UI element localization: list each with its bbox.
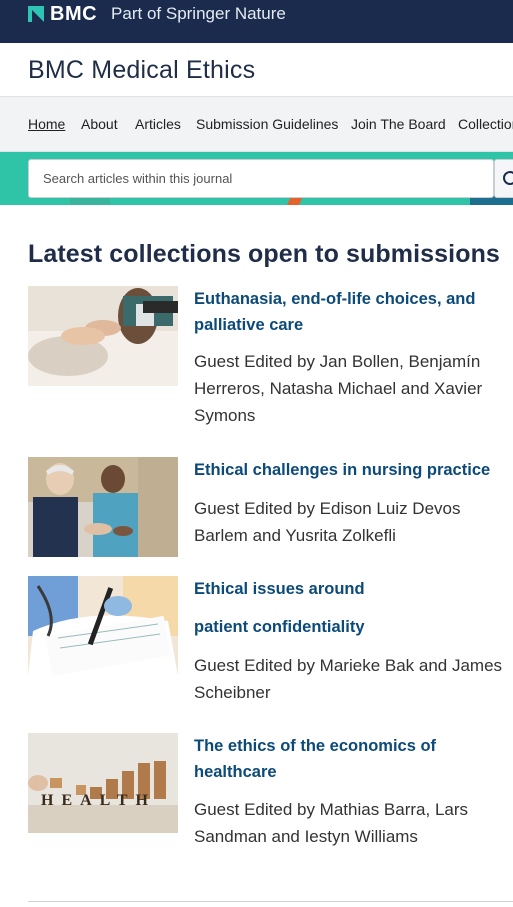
section-title: Latest collections open to submissions [28,240,500,268]
search-banner [0,152,513,205]
collection-thumbnail[interactable] [28,576,178,676]
bmc-logo-icon [28,6,46,22]
collection-item: Ethical challenges in nursing practice G… [28,457,513,557]
collection-item: Euthanasia, end-of-life choices, and pal… [28,286,513,426]
journal-title[interactable]: BMC Medical Ethics [28,56,255,85]
search-input[interactable] [28,159,494,198]
nav-collections[interactable]: Collections [458,116,513,132]
collection-editors: Guest Edited by Jan Bollen, Benjamín Her… [194,352,483,425]
bmc-logo-text: BMC [50,3,98,25]
bmc-logo[interactable]: BMC Part of Springer Nature [28,3,286,25]
brand-bar: BMC Part of Springer Nature [0,0,513,43]
collection-editors: Guest Edited by Mathias Barra, Lars Sand… [194,800,469,846]
springer-nature-link[interactable]: Part of Springer Nature [111,5,286,23]
nav-join-the-board[interactable]: Join The Board [351,116,446,132]
search-button[interactable] [494,159,513,198]
collection-title[interactable]: The ethics of the economics of healthcar… [194,733,512,785]
collection-title[interactable]: Ethical issues around patient confidenti… [194,576,512,640]
collection-title[interactable]: Euthanasia, end-of-life choices, and pal… [194,286,512,338]
nav-articles[interactable]: Articles [135,116,181,132]
nav-home[interactable]: Home [28,116,65,132]
collection-thumbnail[interactable] [28,286,178,386]
collection-item: Ethical issues around patient confidenti… [28,576,513,706]
collection-editors: Guest Edited by Edison Luiz Devos Barlem… [194,499,461,545]
collection-thumbnail[interactable] [28,457,178,557]
journal-header: BMC Medical Ethics [0,43,513,96]
collection-editors: Guest Edited by Marieke Bak and James Sc… [194,656,503,702]
search-icon [503,171,513,185]
health-blocks-text: HEALTH [41,792,156,809]
collection-title[interactable]: Ethical challenges in nursing practice [194,457,512,483]
section-divider [28,901,513,902]
journal-nav: Home About Articles Submission Guideline… [0,96,513,152]
collection-thumbnail[interactable]: HEALTH [28,733,178,833]
collection-item: HEALTH The ethics of the economics of he… [28,733,513,853]
nav-submission-guidelines[interactable]: Submission Guidelines [196,116,338,132]
nav-about[interactable]: About [81,116,118,132]
